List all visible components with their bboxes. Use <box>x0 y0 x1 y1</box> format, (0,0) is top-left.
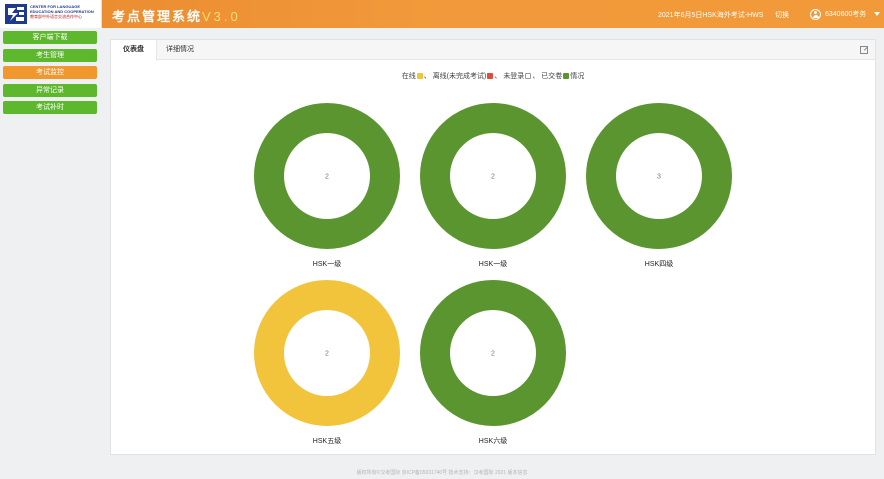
donut-chart[interactable]: 2 HSK五级 <box>254 280 400 445</box>
donut-center-value: 2 <box>325 174 329 181</box>
username: 6340600考务 <box>825 11 867 18</box>
top-header: CENTER FOR LANGUAGE EDUCATION AND COOPER… <box>0 0 884 28</box>
chevron-down-icon <box>874 12 881 16</box>
footer: 版权所有©汉考国际 京ICP备05031740号 技术支持：汉考国际 2021 … <box>356 470 528 476</box>
donut-level-label: HSK四级 <box>645 259 673 268</box>
logo: CENTER FOR LANGUAGE EDUCATION AND COOPER… <box>0 0 102 28</box>
donut-chart[interactable]: 2 HSK一级 <box>420 103 566 268</box>
sidebar-item-exam-monitoring[interactable]: 考试监控 <box>3 66 97 79</box>
sidebar: 客户端下载 考生管理 考试监控 异常记录 考试补时 <box>0 28 100 479</box>
donut-level-label: HSK一级 <box>479 259 507 268</box>
donut-center-value: 2 <box>491 174 495 181</box>
sidebar-item-exception-records[interactable]: 异常记录 <box>3 84 97 97</box>
donut-chart-grid: 2 HSK一级 2 HSK一级 3 HSK四级 2 HSK五级 2 HSK六级 <box>254 103 732 445</box>
donut-chart[interactable]: 2 HSK一级 <box>254 103 400 268</box>
donut-chart[interactable]: 2 HSK六级 <box>420 280 566 445</box>
logo-mark-icon <box>5 4 27 24</box>
app-version: V3.0 <box>202 9 241 24</box>
donut-level-label: HSK一级 <box>313 259 341 268</box>
app-title: 考点管理系统V3.0 <box>112 9 241 24</box>
donut-level-label: HSK六级 <box>479 436 507 445</box>
logo-text: CENTER FOR LANGUAGE EDUCATION AND COOPER… <box>30 4 94 19</box>
switch-exam-link[interactable]: 切换 <box>775 10 789 20</box>
donut-chart[interactable]: 3 HSK四级 <box>586 103 732 268</box>
donut-center-value: 2 <box>325 351 329 358</box>
current-exam-name: 2021年6月5日HSK海外考试-HWS <box>658 12 764 19</box>
sidebar-item-client-download[interactable]: 客户端下载 <box>3 31 97 44</box>
main-panel: 仪表盘 详细情况 在线、 离线(未完成考试)、 未登录、 已交卷 情况 2 HSK一… <box>110 39 876 455</box>
sidebar-item-exam-time-extension[interactable]: 考试补时 <box>3 101 97 114</box>
donut-level-label: HSK五级 <box>313 436 341 445</box>
donut-center-value: 2 <box>491 351 495 358</box>
donut-center-value: 3 <box>657 174 661 181</box>
user-menu[interactable]: 6340600考务 <box>810 7 881 21</box>
user-avatar-icon <box>810 8 821 20</box>
sidebar-item-candidate-management[interactable]: 考生管理 <box>3 49 97 62</box>
